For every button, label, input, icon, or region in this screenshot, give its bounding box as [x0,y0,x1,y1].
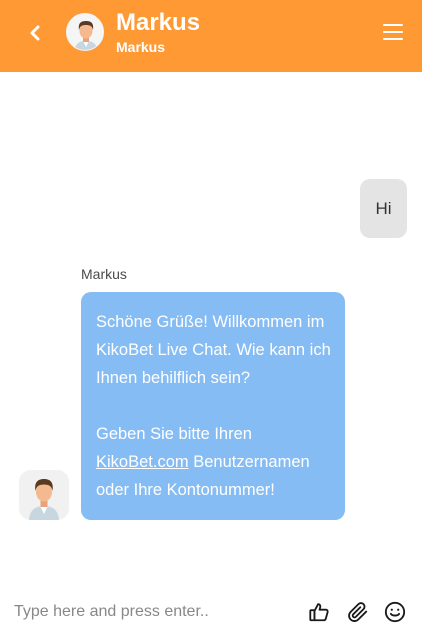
agent-avatar [19,470,69,520]
agent-message-bubble: Schöne Grüße! Willkommen im KikoBet Live… [81,292,345,520]
message-input[interactable] [14,598,294,626]
hamburger-menu-icon [383,24,403,26]
user-message-bubble: Hi [360,179,407,238]
thumbs-up-icon [309,603,329,622]
back-button[interactable] [20,18,50,48]
header-title: Markus [116,9,201,36]
agent-message-text: Schöne Grüße! Willkommen im KikoBet Live… [96,313,331,387]
emoji-button[interactable] [383,600,407,624]
agent-avatar-header [66,13,104,51]
thumbs-up-button[interactable] [307,600,331,624]
agent-sender-name: Markus [81,266,127,282]
agent-message-text-2: Geben Sie bitte Ihren KikoBet.com Benutz… [96,425,310,499]
smiley-icon [384,601,406,623]
chat-widget: Markus Markus Hi Markus Schöne Grüße! Wi… [0,0,422,632]
attach-button[interactable] [346,600,370,624]
menu-button[interactable] [380,20,406,44]
kikobet-link[interactable]: KikoBet.com [96,453,189,471]
header-subtitle: Markus [116,39,166,55]
user-message-text: Hi [375,198,392,218]
chevron-left-icon [30,25,40,41]
chat-header: Markus Markus [0,0,422,72]
paperclip-icon [348,602,368,623]
